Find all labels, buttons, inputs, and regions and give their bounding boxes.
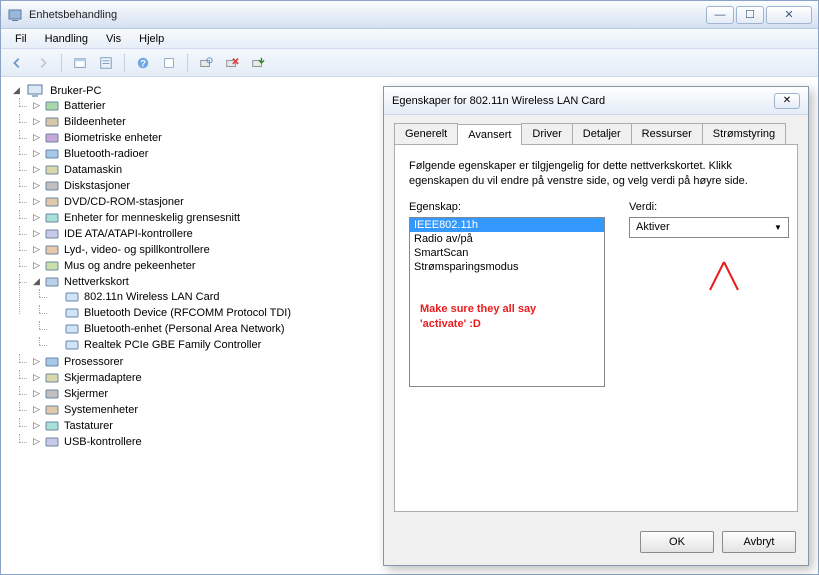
cancel-button[interactable]: Avbryt: [722, 531, 796, 553]
tab-ressurser[interactable]: Ressurser: [631, 123, 703, 144]
tab-strip: GenereltAvansertDriverDetaljerRessurserS…: [384, 115, 808, 144]
device-icon: [44, 131, 60, 145]
device-icon: [44, 419, 60, 433]
collapse-icon[interactable]: ◢: [31, 277, 42, 288]
separator-icon: [61, 54, 62, 72]
device-icon: [44, 227, 60, 241]
toolbar-icon[interactable]: [159, 53, 179, 73]
expand-icon[interactable]: ▷: [31, 181, 42, 192]
minimize-button[interactable]: —: [706, 6, 734, 24]
menu-action[interactable]: Handling: [37, 31, 96, 47]
device-icon: [44, 195, 60, 209]
device-icon: [64, 338, 80, 352]
update-driver-button[interactable]: [248, 53, 268, 73]
properties-dialog: Egenskaper for 802.11n Wireless LAN Card…: [383, 86, 809, 566]
titlebar: Enhetsbehandling — ☐ ✕: [1, 1, 818, 29]
computer-icon: [27, 84, 43, 98]
window-title: Enhetsbehandling: [29, 9, 706, 21]
forward-button[interactable]: [33, 53, 53, 73]
app-icon: [7, 7, 23, 23]
expand-icon[interactable]: ▷: [31, 389, 42, 400]
expand-icon[interactable]: ▷: [31, 133, 42, 144]
separator-icon: [187, 54, 188, 72]
dropdown-arrow-icon: ▼: [770, 223, 786, 232]
device-icon: [44, 371, 60, 385]
device-icon: [64, 290, 80, 304]
tab-avansert[interactable]: Avansert: [457, 124, 522, 145]
tab-strømstyring[interactable]: Strømstyring: [702, 123, 786, 144]
device-icon: [44, 115, 60, 129]
device-icon: [44, 99, 60, 113]
property-item[interactable]: IEEE802.11h: [410, 218, 604, 232]
expand-icon[interactable]: ▷: [31, 117, 42, 128]
dialog-buttons: OK Avbryt: [640, 531, 796, 553]
device-icon: [64, 322, 80, 336]
device-icon: [44, 275, 60, 289]
property-item[interactable]: SmartScan: [410, 246, 604, 260]
separator-icon: [124, 54, 125, 72]
uninstall-button[interactable]: [222, 53, 242, 73]
expand-icon[interactable]: ▷: [31, 405, 42, 416]
device-icon: [64, 306, 80, 320]
svg-text:?: ?: [140, 58, 146, 69]
scan-hardware-button[interactable]: [196, 53, 216, 73]
property-label: Egenskap:: [409, 201, 605, 213]
tab-detaljer[interactable]: Detaljer: [572, 123, 632, 144]
maximize-button[interactable]: ☐: [736, 6, 764, 24]
property-listbox[interactable]: IEEE802.11hRadio av/påSmartScanStrømspar…: [409, 217, 605, 387]
collapse-icon[interactable]: ◢: [11, 86, 22, 97]
menu-file[interactable]: Fil: [7, 31, 35, 47]
expand-icon[interactable]: ▷: [31, 245, 42, 256]
device-icon: [44, 211, 60, 225]
expand-icon[interactable]: ▷: [31, 421, 42, 432]
tab-generelt[interactable]: Generelt: [394, 123, 458, 144]
expand-icon[interactable]: ▷: [31, 213, 42, 224]
dialog-titlebar: Egenskaper for 802.11n Wireless LAN Card…: [384, 87, 808, 115]
expand-icon[interactable]: ▷: [31, 101, 42, 112]
toolbar-icon[interactable]: [70, 53, 90, 73]
dialog-close-button[interactable]: ✕: [774, 93, 800, 109]
value-label: Verdi:: [629, 201, 789, 213]
value-selected: Aktiver: [636, 221, 770, 233]
expand-icon[interactable]: ▷: [31, 261, 42, 272]
expand-icon[interactable]: ▷: [31, 229, 42, 240]
value-combobox[interactable]: Aktiver ▼: [629, 217, 789, 238]
dialog-title: Egenskaper for 802.11n Wireless LAN Card: [392, 95, 774, 107]
expand-icon[interactable]: ▷: [31, 197, 42, 208]
expand-icon[interactable]: ▷: [31, 149, 42, 160]
expand-icon[interactable]: ▷: [31, 437, 42, 448]
tab-panel-advanced: Følgende egenskaper er tilgjengelig for …: [394, 144, 798, 512]
device-icon: [44, 355, 60, 369]
help-button[interactable]: ?: [133, 53, 153, 73]
expand-icon[interactable]: ▷: [31, 165, 42, 176]
menu-view[interactable]: Vis: [98, 31, 129, 47]
device-icon: [44, 259, 60, 273]
device-icon: [44, 243, 60, 257]
device-icon: [44, 179, 60, 193]
device-icon: [44, 435, 60, 449]
expand-icon[interactable]: ▷: [31, 373, 42, 384]
device-icon: [44, 403, 60, 417]
menubar: Fil Handling Vis Hjelp: [1, 29, 818, 49]
device-icon: [44, 387, 60, 401]
description-text: Følgende egenskaper er tilgjengelig for …: [409, 159, 783, 189]
device-icon: [44, 147, 60, 161]
menu-help[interactable]: Hjelp: [131, 31, 172, 47]
ok-button[interactable]: OK: [640, 531, 714, 553]
close-button[interactable]: ✕: [766, 6, 812, 24]
window-controls: — ☐ ✕: [706, 6, 812, 24]
toolbar: ?: [1, 49, 818, 77]
property-item[interactable]: Radio av/på: [410, 232, 604, 246]
toolbar-icon[interactable]: [96, 53, 116, 73]
tab-driver[interactable]: Driver: [521, 123, 572, 144]
device-icon: [44, 163, 60, 177]
back-button[interactable]: [7, 53, 27, 73]
property-item[interactable]: Strømsparingsmodus: [410, 260, 604, 274]
expand-icon[interactable]: ▷: [31, 357, 42, 368]
